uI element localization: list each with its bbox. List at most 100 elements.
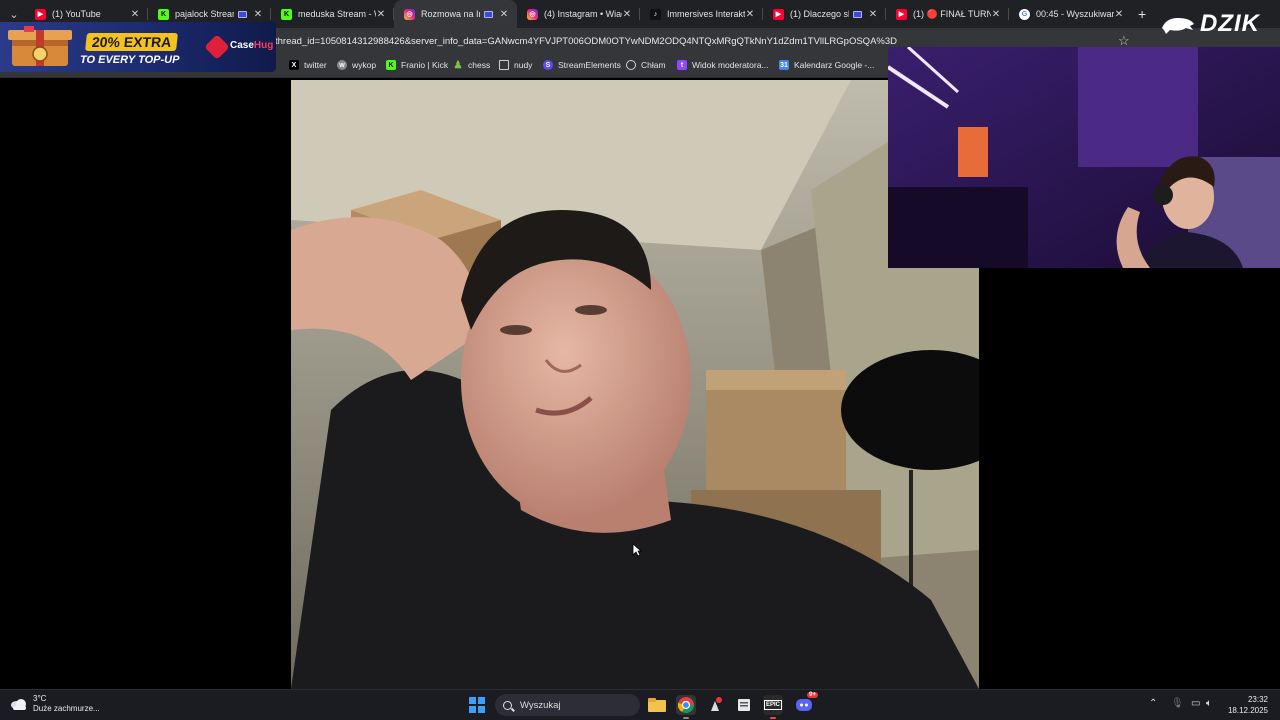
bookmark-label: twitter	[304, 60, 327, 70]
bookmark-twitter[interactable]: Xtwitter	[289, 60, 327, 70]
tab-title: meduska Stream - W	[298, 9, 376, 19]
media-playing-icon[interactable]	[853, 10, 862, 18]
clock-time: 23:32	[1247, 695, 1268, 704]
close-tab-icon[interactable]: ✕	[745, 9, 755, 20]
desktop-screen: ⌄ ▶ (1) YouTube ✕ K pajalock Stream ✕ K …	[0, 0, 1280, 720]
wykop-icon: w	[337, 60, 347, 70]
tiktok-icon: ♪	[650, 8, 661, 20]
discord-icon[interactable]: 9+	[794, 692, 818, 715]
tab-title: (1) 🔴 FINAŁ TURNIE	[913, 8, 991, 19]
x-twitter-icon: X	[289, 60, 299, 70]
bookmark-label: chess	[468, 60, 491, 70]
bookmark-chlam[interactable]: Chłam	[626, 60, 666, 70]
instagram-icon: ◎	[527, 8, 538, 20]
discord-badge: 9+	[807, 692, 818, 698]
tab-google-search[interactable]: G 00:45 - Wyszukiwarka ✕	[1009, 0, 1132, 28]
tab-title: pajalock Stream	[175, 9, 234, 19]
tab-meduska-stream[interactable]: K meduska Stream - W ✕	[271, 0, 394, 28]
youtube-icon: ▶	[773, 8, 784, 20]
tab-instagram-conversation[interactable]: ◎ Rozmowa na Inst ✕	[394, 0, 517, 28]
file-explorer-icon[interactable]	[647, 695, 667, 715]
tab-final-turnieju[interactable]: ▶ (1) 🔴 FINAŁ TURNIE ✕	[886, 0, 1009, 28]
video-frame-person	[291, 80, 979, 689]
network-icon[interactable]: ▭	[1191, 698, 1200, 709]
close-tab-icon[interactable]: ✕	[991, 9, 1001, 20]
close-tab-icon[interactable]: ✕	[130, 9, 140, 20]
bookmark-label: Chłam	[641, 60, 666, 70]
weather-description: Duże zachmurze...	[33, 704, 100, 713]
bookmark-widok-moderatora[interactable]: t Widok moderatora...	[677, 60, 769, 70]
google-icon: G	[1019, 8, 1030, 20]
folder-icon	[499, 60, 509, 70]
media-playing-icon[interactable]	[484, 10, 493, 18]
youtube-icon: ▶	[896, 8, 907, 20]
ad-brand-part1: Case	[230, 40, 254, 51]
bookmark-franio-kick[interactable]: K Franio | Kick	[386, 60, 448, 70]
tab-dlaczego-sklep[interactable]: ▶ (1) Dlaczego sklep ✕	[763, 0, 886, 28]
stream-ad-banner: 20% EXTRA TO EVERY TOP-UP CaseHug	[0, 22, 276, 72]
bookmark-label: Franio | Kick	[401, 60, 449, 70]
channel-logo: DZIK	[1160, 5, 1280, 43]
bookmark-label: wykop	[352, 60, 377, 70]
webcam-frame	[888, 47, 1280, 268]
tab-title: Rozmowa na Inst	[421, 9, 480, 19]
weather-temperature: 3°C	[33, 694, 47, 703]
bookmark-label: StreamElements	[558, 60, 621, 70]
calendar-icon: 31	[779, 60, 789, 70]
channel-logo-text: DZIK	[1200, 10, 1260, 37]
epic-games-icon[interactable]: EPIC	[763, 695, 783, 719]
gift-box-illustration	[8, 26, 72, 66]
globe-icon	[626, 60, 636, 70]
streamelements-icon: S	[543, 60, 553, 70]
app-icon-pin[interactable]	[705, 695, 725, 715]
streamer-webcam	[888, 47, 1280, 268]
youtube-icon: ▶	[35, 8, 46, 20]
ad-brand-name: CaseHug	[230, 40, 273, 51]
twitch-icon: t	[677, 60, 687, 70]
video-call-feed[interactable]	[291, 80, 979, 689]
kick-icon: K	[281, 8, 292, 20]
chrome-icon[interactable]	[676, 695, 696, 719]
bookmark-chess[interactable]: ♟ chess	[453, 60, 491, 71]
url-field[interactable]: thread_id=105081431298842​6&server_info_…	[275, 36, 897, 47]
clock-date: 18.12.2025	[1227, 706, 1268, 715]
bookmark-label: nudy	[514, 60, 533, 70]
new-tab-icon[interactable]: +	[1138, 6, 1146, 22]
tab-title: (4) Instagram • Wiad	[544, 9, 622, 19]
tab-instagram-messages[interactable]: ◎ (4) Instagram • Wiad ✕	[517, 0, 640, 28]
weather-widget[interactable]: 3°C Duże zachmurze...	[10, 694, 100, 714]
kick-icon: K	[158, 8, 169, 20]
bookmark-label: Widok moderatora...	[692, 60, 769, 70]
instagram-icon: ◎	[404, 8, 415, 20]
bookmark-folder-nudy[interactable]: nudy	[499, 60, 532, 70]
ad-brand-part2: Hug	[253, 40, 274, 51]
close-tab-icon[interactable]: ✕	[622, 9, 632, 20]
app-icon-notes[interactable]	[734, 695, 754, 715]
microphone-icon[interactable]: 🎙︎	[1171, 698, 1184, 709]
system-clock[interactable]: 23:32 18.12.2025	[1222, 694, 1268, 716]
boar-icon	[1162, 18, 1194, 34]
tab-title: (1) Dlaczego sklep	[790, 9, 849, 19]
close-tab-icon[interactable]: ✕	[499, 9, 509, 20]
media-playing-icon[interactable]	[238, 10, 247, 18]
tray-overflow-icon[interactable]: ⌃	[1149, 698, 1157, 709]
close-tab-icon[interactable]: ✕	[253, 9, 263, 20]
kick-icon: K	[386, 60, 396, 70]
tab-title: 00:45 - Wyszukiwarka	[1036, 9, 1114, 19]
close-tab-icon[interactable]: ✕	[376, 9, 386, 20]
search-label: Wyszukaj	[520, 699, 561, 711]
bookmark-wykop[interactable]: w wykop	[337, 60, 376, 70]
bookmark-kalendarz-google[interactable]: 31 Kalendarz Google -...	[779, 60, 874, 70]
ad-subline: TO EVERY TOP-UP	[80, 54, 180, 66]
cloud-weather-icon	[11, 699, 26, 710]
taskbar-search[interactable]: Wyszukaj	[495, 694, 640, 716]
close-tab-icon[interactable]: ✕	[1114, 9, 1124, 20]
tab-title: (1) YouTube	[52, 9, 101, 19]
mouse-cursor-icon	[632, 543, 642, 557]
close-tab-icon[interactable]: ✕	[868, 9, 878, 20]
tab-title: Immersives Interaktiv	[667, 9, 745, 19]
tab-immersives[interactable]: ♪ Immersives Interaktiv ✕	[640, 0, 763, 28]
windows-start-icon[interactable]	[469, 697, 485, 713]
volume-icon[interactable]: 🔈︎	[1206, 698, 1212, 709]
bookmark-streamelements[interactable]: S StreamElements	[543, 60, 621, 70]
